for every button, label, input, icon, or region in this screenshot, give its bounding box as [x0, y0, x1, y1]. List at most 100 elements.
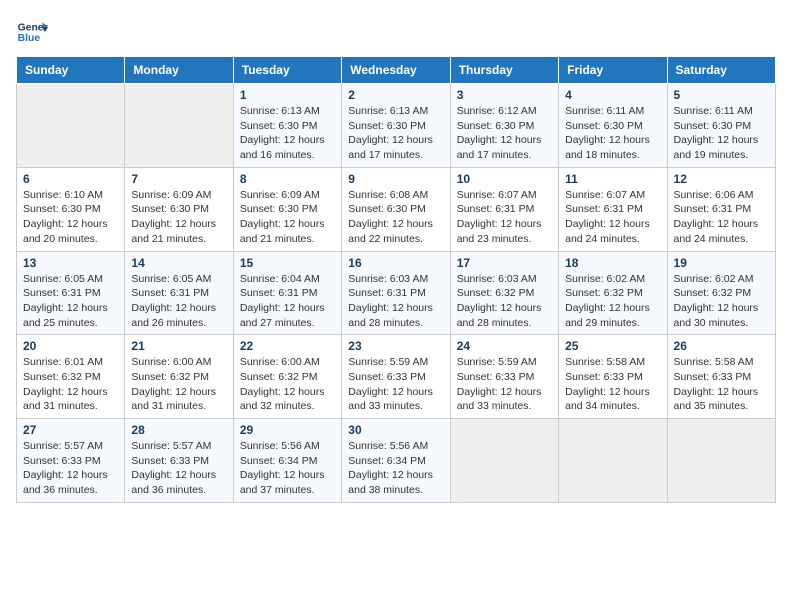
- day-info: Sunrise: 6:07 AMSunset: 6:31 PMDaylight:…: [457, 188, 552, 247]
- weekday-header: Tuesday: [233, 57, 341, 84]
- day-info: Sunrise: 6:04 AMSunset: 6:31 PMDaylight:…: [240, 272, 335, 331]
- weekday-header: Thursday: [450, 57, 558, 84]
- day-number: 14: [131, 256, 226, 270]
- day-number: 12: [674, 172, 769, 186]
- calendar-cell: [17, 84, 125, 168]
- logo-icon: General Blue: [16, 16, 48, 48]
- calendar-cell: [559, 419, 667, 503]
- calendar-table: SundayMondayTuesdayWednesdayThursdayFrid…: [16, 56, 776, 503]
- day-info: Sunrise: 6:06 AMSunset: 6:31 PMDaylight:…: [674, 188, 769, 247]
- day-info: Sunrise: 6:08 AMSunset: 6:30 PMDaylight:…: [348, 188, 443, 247]
- day-info: Sunrise: 6:00 AMSunset: 6:32 PMDaylight:…: [240, 355, 335, 414]
- day-info: Sunrise: 5:56 AMSunset: 6:34 PMDaylight:…: [348, 439, 443, 498]
- calendar-cell: 29Sunrise: 5:56 AMSunset: 6:34 PMDayligh…: [233, 419, 341, 503]
- weekday-header: Monday: [125, 57, 233, 84]
- day-info: Sunrise: 6:11 AMSunset: 6:30 PMDaylight:…: [565, 104, 660, 163]
- calendar-cell: 24Sunrise: 5:59 AMSunset: 6:33 PMDayligh…: [450, 335, 558, 419]
- calendar-cell: 6 Sunrise: 6:10 AMSunset: 6:30 PMDaylight…: [17, 167, 125, 251]
- day-number: 16: [348, 256, 443, 270]
- weekday-header: Friday: [559, 57, 667, 84]
- calendar-cell: 8 Sunrise: 6:09 AMSunset: 6:30 PMDaylight…: [233, 167, 341, 251]
- calendar-cell: 14 Sunrise: 6:05 AMSunset: 6:31 PMDayligh…: [125, 251, 233, 335]
- calendar-cell: 9 Sunrise: 6:08 AMSunset: 6:30 PMDaylight…: [342, 167, 450, 251]
- day-number: 8: [240, 172, 335, 186]
- day-number: 21: [131, 339, 226, 353]
- calendar-cell: 1 Sunrise: 6:13 AMSunset: 6:30 PMDaylight…: [233, 84, 341, 168]
- calendar-cell: 15 Sunrise: 6:04 AMSunset: 6:31 PMDayligh…: [233, 251, 341, 335]
- calendar-cell: 13Sunrise: 6:05 AMSunset: 6:31 PMDayligh…: [17, 251, 125, 335]
- calendar-cell: 22 Sunrise: 6:00 AMSunset: 6:32 PMDayligh…: [233, 335, 341, 419]
- day-info: Sunrise: 6:09 AMSunset: 6:30 PMDaylight:…: [240, 188, 335, 247]
- day-info: Sunrise: 6:13 AMSunset: 6:30 PMDaylight:…: [240, 104, 335, 163]
- day-info: Sunrise: 6:10 AMSunset: 6:30 PMDaylight:…: [23, 188, 118, 247]
- calendar-cell: 26 Sunrise: 5:58 AMSunset: 6:33 PMDayligh…: [667, 335, 775, 419]
- day-number: 13: [23, 256, 118, 270]
- calendar-cell: 28 Sunrise: 5:57 AMSunset: 6:33 PMDayligh…: [125, 419, 233, 503]
- calendar-cell: 30 Sunrise: 5:56 AMSunset: 6:34 PMDayligh…: [342, 419, 450, 503]
- day-number: 20: [23, 339, 118, 353]
- day-info: Sunrise: 5:57 AMSunset: 6:33 PMDaylight:…: [131, 439, 226, 498]
- calendar-cell: 20 Sunrise: 6:01 AMSunset: 6:32 PMDayligh…: [17, 335, 125, 419]
- day-info: Sunrise: 6:02 AMSunset: 6:32 PMDaylight:…: [674, 272, 769, 331]
- day-info: Sunrise: 5:56 AMSunset: 6:34 PMDaylight:…: [240, 439, 335, 498]
- calendar-cell: [125, 84, 233, 168]
- calendar-cell: 5Sunrise: 6:11 AMSunset: 6:30 PMDaylight…: [667, 84, 775, 168]
- day-number: 7: [131, 172, 226, 186]
- calendar-cell: [450, 419, 558, 503]
- calendar-week: 6 Sunrise: 6:10 AMSunset: 6:30 PMDaylight…: [17, 167, 776, 251]
- day-number: 19: [674, 256, 769, 270]
- day-number: 10: [457, 172, 552, 186]
- calendar-cell: 25 Sunrise: 5:58 AMSunset: 6:33 PMDayligh…: [559, 335, 667, 419]
- weekday-header: Saturday: [667, 57, 775, 84]
- day-info: Sunrise: 6:03 AMSunset: 6:32 PMDaylight:…: [457, 272, 552, 331]
- calendar-header: SundayMondayTuesdayWednesdayThursdayFrid…: [17, 57, 776, 84]
- day-info: Sunrise: 6:01 AMSunset: 6:32 PMDaylight:…: [23, 355, 118, 414]
- day-number: 4: [565, 88, 660, 102]
- calendar-week: 13 Sunrise: 6:05 AMSunset: 6:31 PMDayligh…: [17, 251, 776, 335]
- day-number: 24: [457, 339, 552, 353]
- calendar-week: 20 Sunrise: 6:01 AMSunset: 6:32 PMDayligh…: [17, 335, 776, 419]
- calendar-week: 1 Sunrise: 6:13 AMSunset: 6:30 PMDaylight…: [17, 84, 776, 168]
- calendar-cell: 16 Sunrise: 6:03 AMSunset: 6:31 PMDayligh…: [342, 251, 450, 335]
- calendar-cell: 3Sunrise: 6:12 AMSunset: 6:30 PMDaylight…: [450, 84, 558, 168]
- day-number: 11: [565, 172, 660, 186]
- day-info: Sunrise: 6:09 AMSunset: 6:30 PMDaylight:…: [131, 188, 226, 247]
- day-number: 26: [674, 339, 769, 353]
- calendar-cell: 21 Sunrise: 6:00 AMSunset: 6:32 PMDayligh…: [125, 335, 233, 419]
- day-number: 3: [457, 88, 552, 102]
- day-info: Sunrise: 6:13 AMSunset: 6:30 PMDaylight:…: [348, 104, 443, 163]
- day-number: 25: [565, 339, 660, 353]
- calendar-cell: [667, 419, 775, 503]
- day-number: 18: [565, 256, 660, 270]
- day-number: 2: [348, 88, 443, 102]
- calendar-cell: 17 Sunrise: 6:03 AMSunset: 6:32 PMDayligh…: [450, 251, 558, 335]
- day-number: 30: [348, 423, 443, 437]
- day-info: Sunrise: 6:03 AMSunset: 6:31 PMDaylight:…: [348, 272, 443, 331]
- day-number: 17: [457, 256, 552, 270]
- calendar-cell: 4 Sunrise: 6:11 AMSunset: 6:30 PMDaylight…: [559, 84, 667, 168]
- day-info: Sunrise: 5:59 AMSunset: 6:33 PMDaylight:…: [348, 355, 443, 414]
- weekday-header: Wednesday: [342, 57, 450, 84]
- day-info: Sunrise: 6:05 AMSunset: 6:31 PMDaylight:…: [131, 272, 226, 331]
- calendar-cell: 19 Sunrise: 6:02 AMSunset: 6:32 PMDayligh…: [667, 251, 775, 335]
- day-info: Sunrise: 6:07 AMSunset: 6:31 PMDaylight:…: [565, 188, 660, 247]
- day-number: 23: [348, 339, 443, 353]
- day-number: 27: [23, 423, 118, 437]
- day-number: 28: [131, 423, 226, 437]
- day-number: 9: [348, 172, 443, 186]
- calendar-cell: 7 Sunrise: 6:09 AMSunset: 6:30 PMDaylight…: [125, 167, 233, 251]
- day-number: 15: [240, 256, 335, 270]
- logo: General Blue: [16, 16, 48, 48]
- calendar-cell: 2 Sunrise: 6:13 AMSunset: 6:30 PMDaylight…: [342, 84, 450, 168]
- day-info: Sunrise: 5:58 AMSunset: 6:33 PMDaylight:…: [565, 355, 660, 414]
- day-info: Sunrise: 5:58 AMSunset: 6:33 PMDaylight:…: [674, 355, 769, 414]
- day-number: 1: [240, 88, 335, 102]
- day-number: 6: [23, 172, 118, 186]
- calendar-cell: 11 Sunrise: 6:07 AMSunset: 6:31 PMDayligh…: [559, 167, 667, 251]
- day-info: Sunrise: 6:00 AMSunset: 6:32 PMDaylight:…: [131, 355, 226, 414]
- calendar-cell: 12 Sunrise: 6:06 AMSunset: 6:31 PMDayligh…: [667, 167, 775, 251]
- day-number: 22: [240, 339, 335, 353]
- day-info: Sunrise: 5:57 AMSunset: 6:33 PMDaylight:…: [23, 439, 118, 498]
- weekday-header: Sunday: [17, 57, 125, 84]
- calendar-cell: 18Sunrise: 6:02 AMSunset: 6:32 PMDayligh…: [559, 251, 667, 335]
